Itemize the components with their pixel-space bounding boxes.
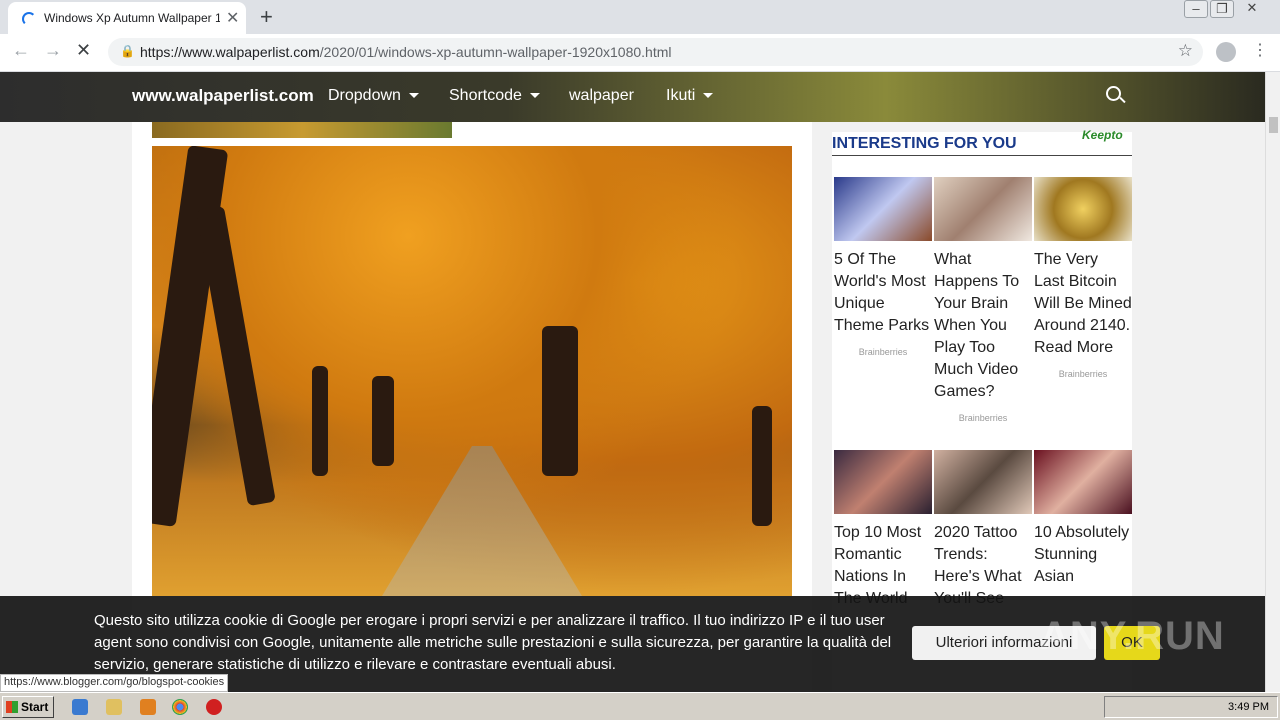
- recommendation-card[interactable]: 5 Of The World's Most Unique Theme Parks…: [834, 177, 932, 357]
- card-image: [934, 177, 1032, 241]
- restore-button[interactable]: ❐: [1210, 0, 1234, 18]
- tab-strip: Windows Xp Autumn Wallpaper 1920 ✕ + – ❐…: [0, 0, 1280, 34]
- chrome-icon[interactable]: [172, 699, 188, 715]
- minimize-button[interactable]: –: [1184, 0, 1208, 18]
- recommendation-card[interactable]: What Happens To Your Brain When You Play…: [934, 177, 1032, 423]
- folder-icon[interactable]: [106, 699, 122, 715]
- forward-button[interactable]: →: [44, 40, 62, 61]
- address-bar[interactable]: 🔒 https://www.walpaperlist.com/2020/01/w…: [108, 38, 1203, 66]
- tab-title: Windows Xp Autumn Wallpaper 1920: [44, 11, 220, 25]
- ie-icon[interactable]: [72, 699, 88, 715]
- chevron-down-icon: [703, 93, 714, 99]
- recommendation-card[interactable]: Top 10 Most Romantic Nations In The Worl…: [834, 450, 932, 610]
- recommendation-card[interactable]: The Very Last Bitcoin Will Be Mined Arou…: [1034, 177, 1132, 379]
- widget-heading: INTERESTING FOR YOU: [832, 135, 1017, 152]
- close-window-button[interactable]: ✕: [1240, 0, 1264, 18]
- close-tab-icon[interactable]: ✕: [226, 8, 239, 28]
- card-title: What Happens To Your Brain When You Play…: [934, 251, 1020, 400]
- divider: [832, 155, 1132, 156]
- nav-ikuti[interactable]: Ikuti: [666, 87, 714, 105]
- menu-icon[interactable]: ⋮: [1252, 40, 1268, 60]
- taskbar: Start 3:49 PM: [0, 692, 1280, 720]
- stop-icon[interactable]: ✕: [76, 40, 91, 61]
- bookmark-star-icon[interactable]: ☆: [1178, 41, 1193, 61]
- card-image: [834, 450, 932, 514]
- anyrun-watermark: ANY.RUN: [1040, 614, 1225, 658]
- site-brand[interactable]: www.walpaperlist.com: [132, 86, 314, 106]
- recommendation-card[interactable]: 10 Absolutely Stunning Asian: [1034, 450, 1132, 588]
- page-viewport: www.walpaperlist.com Dropdown Shortcode …: [0, 72, 1265, 692]
- scrollbar[interactable]: [1265, 72, 1280, 692]
- scrollbar-thumb[interactable]: [1269, 117, 1278, 133]
- system-tray: 3:49 PM: [1104, 696, 1278, 718]
- card-source: Brainberries: [1058, 369, 1108, 379]
- browser-toolbar: ← → ✕ 🔒 https://www.walpaperlist.com/202…: [0, 34, 1280, 72]
- start-button[interactable]: Start: [2, 696, 54, 718]
- search-icon[interactable]: [1106, 86, 1121, 101]
- nav-dropdown[interactable]: Dropdown: [328, 87, 419, 105]
- card-image: [834, 177, 932, 241]
- profile-avatar[interactable]: [1216, 42, 1236, 62]
- card-source: Brainberries: [858, 347, 908, 357]
- back-button[interactable]: ←: [12, 40, 30, 61]
- card-title: 5 Of The World's Most Unique Theme Parks: [834, 251, 930, 334]
- chevron-down-icon: [408, 93, 419, 99]
- widget-logo[interactable]: Keepto: [1082, 128, 1123, 142]
- card-source: Brainberries: [958, 413, 1008, 423]
- clock: 3:49 PM: [1228, 701, 1269, 713]
- card-image: [1034, 177, 1132, 241]
- cookie-text: Questo sito utilizza cookie di Google pe…: [94, 612, 892, 673]
- status-bar-url: https://www.blogger.com/go/blogspot-cook…: [0, 674, 229, 692]
- card-title: 10 Absolutely Stunning Asian: [1034, 524, 1130, 585]
- loading-icon: [22, 12, 36, 26]
- new-tab-button[interactable]: +: [260, 4, 273, 30]
- site-navbar: www.walpaperlist.com Dropdown Shortcode …: [0, 72, 1265, 122]
- chevron-down-icon: [529, 93, 540, 99]
- card-image: [934, 450, 1032, 514]
- lock-icon: 🔒: [120, 44, 135, 58]
- card-image: [1034, 450, 1132, 514]
- autumn-wallpaper-image[interactable]: [152, 146, 792, 596]
- nav-walpaper[interactable]: walpaper: [569, 87, 634, 105]
- browser-tab[interactable]: Windows Xp Autumn Wallpaper 1920 ✕: [8, 2, 246, 34]
- shield-icon[interactable]: [206, 699, 222, 715]
- url-text: https://www.walpaperlist.com/2020/01/win…: [140, 44, 672, 60]
- recommendation-card[interactable]: 2020 Tattoo Trends: Here's What You'll S…: [934, 450, 1032, 610]
- nav-shortcode[interactable]: Shortcode: [449, 87, 540, 105]
- card-title: The Very Last Bitcoin Will Be Mined Arou…: [1034, 251, 1132, 356]
- previous-image-strip: [152, 122, 452, 138]
- media-player-icon[interactable]: [140, 699, 156, 715]
